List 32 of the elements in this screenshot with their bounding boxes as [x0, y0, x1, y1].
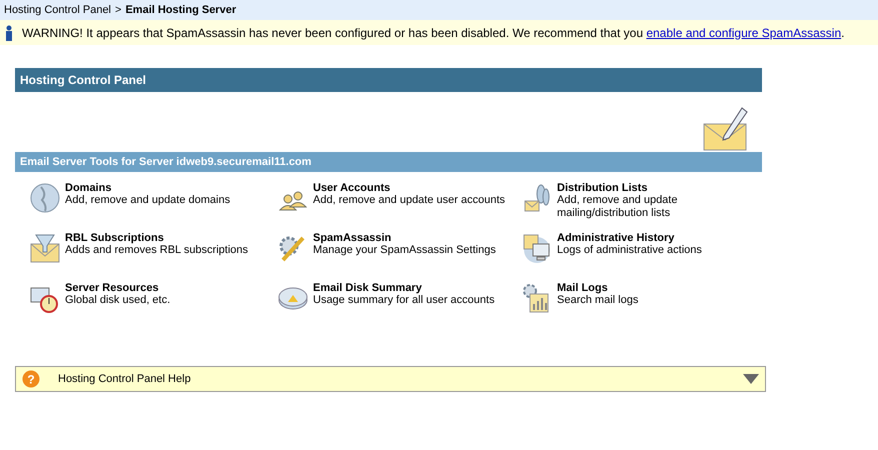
tool-link[interactable]: Administrative History [557, 232, 702, 244]
tool-link[interactable]: Distribution Lists [557, 182, 678, 194]
help-bar[interactable]: ? Hosting Control Panel Help [15, 366, 766, 392]
tool-link[interactable]: Mail Logs [557, 282, 638, 294]
tool-description: Manage your SpamAssassin Settings [313, 244, 496, 257]
tool-description: Global disk used, etc. [65, 294, 170, 307]
documents-monitor-icon [521, 232, 553, 264]
tool-description: Adds and removes RBL subscriptions [65, 244, 248, 257]
warning-text: WARNING! It appears that SpamAssassin has never been configured or has been disabled. We recommend that you enable and configure SpamAssassin. [22, 26, 844, 40]
help-title: Hosting Control Panel Help [58, 373, 192, 385]
funnel-envelope-icon [29, 232, 61, 264]
tool-link[interactable]: RBL Subscriptions [65, 232, 248, 244]
globe-icon [29, 182, 61, 214]
tool-link[interactable]: SpamAssassin [313, 232, 496, 244]
breadcrumb-link[interactable]: Hosting Control Panel [4, 4, 112, 16]
breadcrumb-current: Email Hosting Server [125, 4, 236, 16]
tool-link[interactable]: Email Disk Summary [313, 282, 495, 294]
tool-link[interactable]: User Accounts [313, 182, 506, 194]
configure-link[interactable]: enable and configure SpamAssassin [646, 26, 842, 40]
tool-description: Search mail logs [557, 294, 638, 307]
breadcrumb-separator: > [115, 4, 122, 16]
tool-description: Usage summary for all user accounts [313, 294, 495, 307]
help-glyph: ? [27, 372, 35, 386]
tool-description: Add, remove and update user accounts [313, 194, 506, 207]
tool-link[interactable]: Domains [65, 182, 230, 194]
tool-description: Add, remove and update domains [65, 194, 230, 207]
tool-description: Add, remove and update mailing/distribution lists [557, 194, 678, 220]
tool-description: Logs of administrative actions [557, 244, 702, 257]
tool-link[interactable]: Server Resources [65, 282, 170, 294]
panel-header: Hosting Control Panel [15, 68, 762, 92]
tools-header: Email Server Tools for Server idweb9.securemail11.com [15, 152, 762, 172]
info-icon [4, 24, 14, 40]
